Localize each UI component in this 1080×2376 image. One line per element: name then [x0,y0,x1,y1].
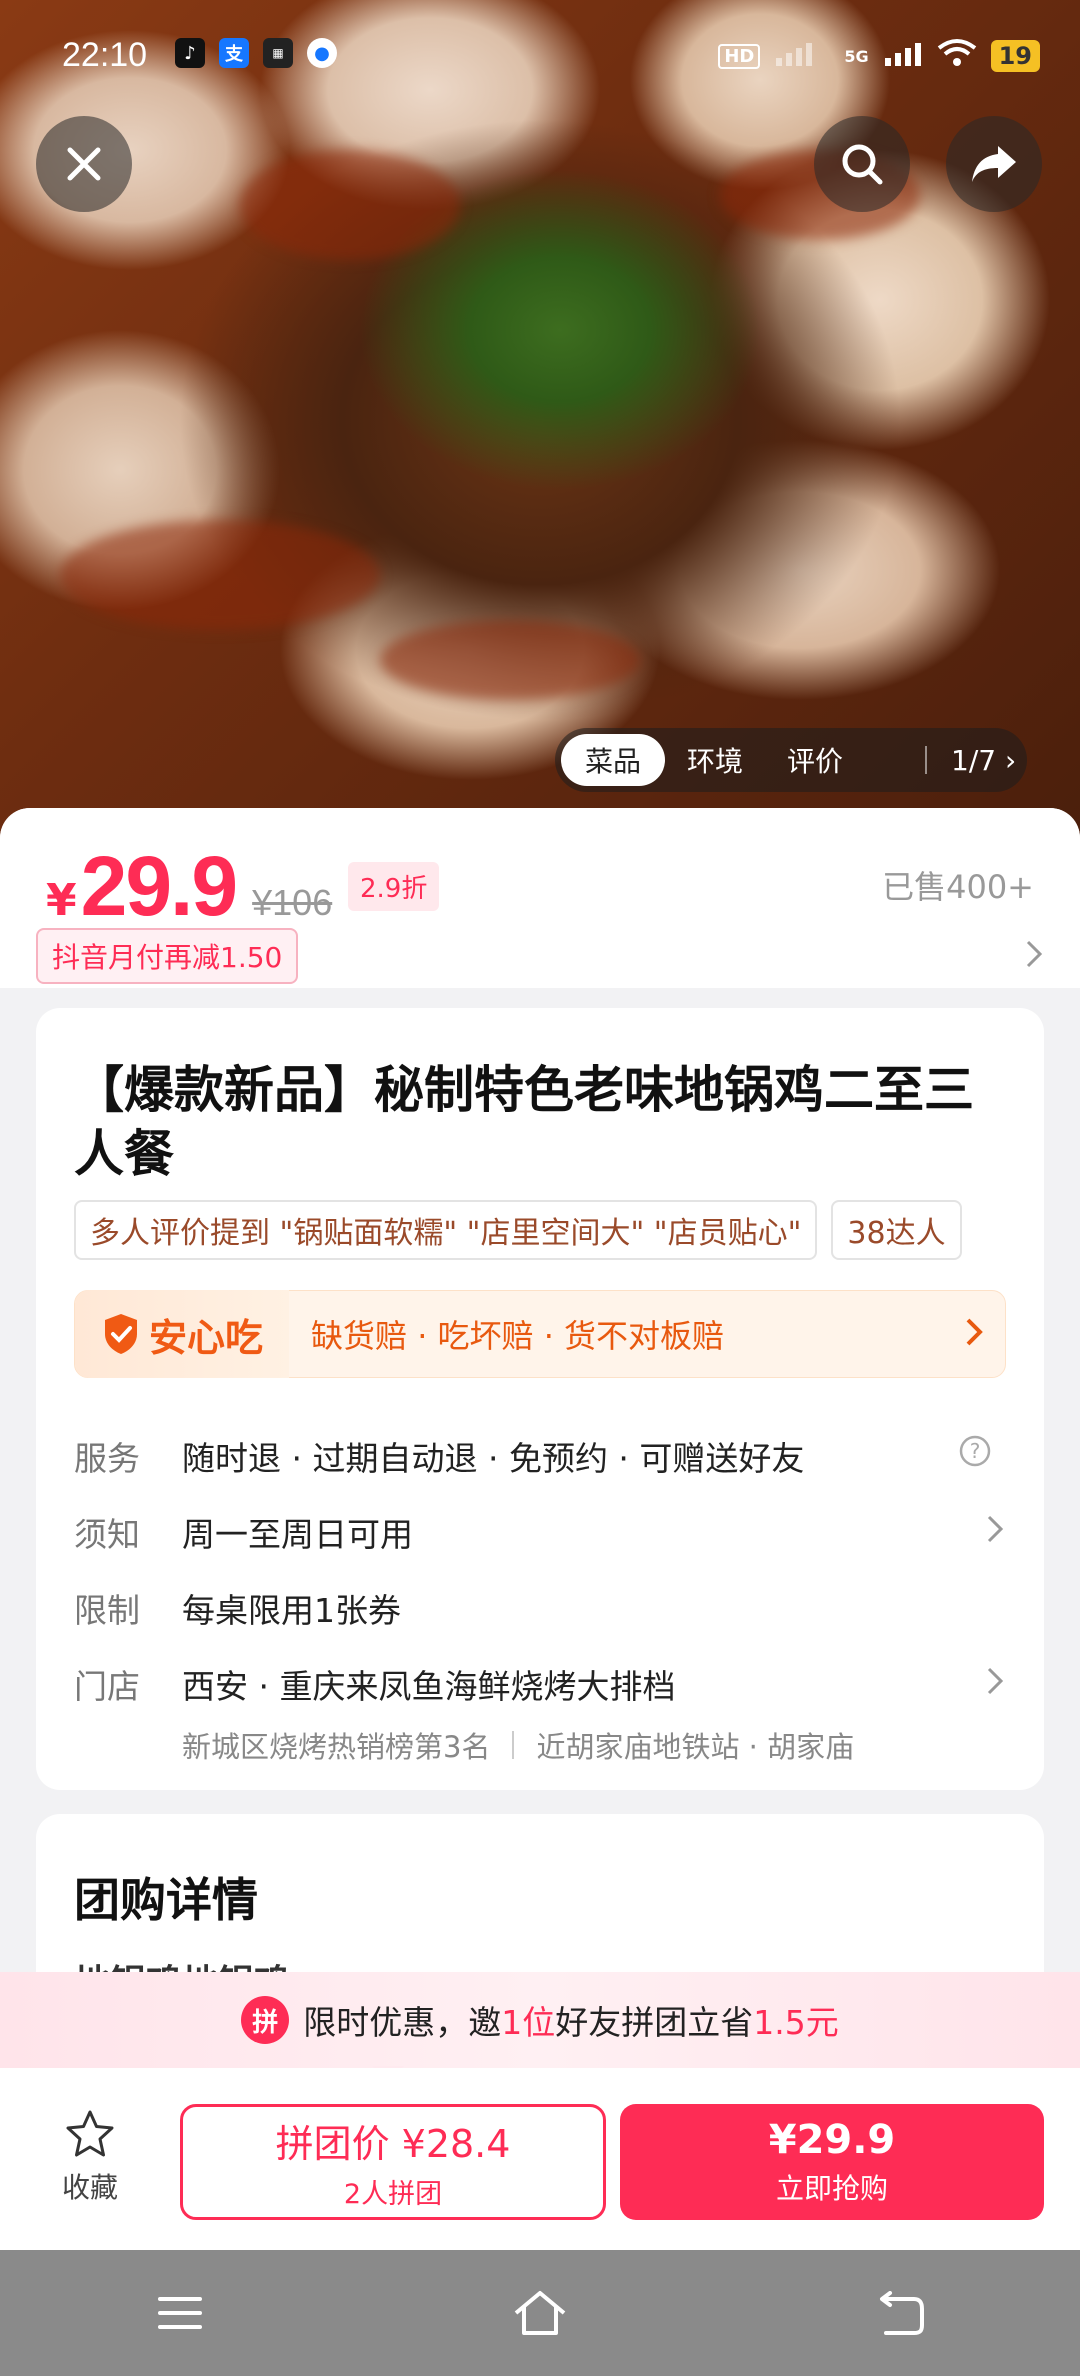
buy-now-label: 立即抢购 [775,2172,888,2205]
home-icon [514,2291,566,2335]
tab-reviews[interactable]: 评价 [765,734,865,786]
battery-indicator: 19 [990,40,1040,72]
system-navigation-bar [0,2250,1080,2376]
news-app-icon: ▦ [263,38,293,68]
status-bar: 22:10 ♪ 支 ▦ ● HD 5G 19 [0,0,1080,110]
home-button[interactable] [495,2268,585,2358]
review-tags: 多人评价提到 "锅贴面软糯" "店里空间大" "店员贴心" 38达人 [74,1200,962,1260]
buy-price-label: ¥29.9 [768,2117,896,2163]
banner-friend-count: 1位 [501,2003,556,2042]
back-icon [880,2291,924,2335]
review-highlight-tag[interactable]: 多人评价提到 "锅贴面软糯" "店里空间大" "店员贴心" [74,1200,818,1260]
store-rank: 新城区烧烤热销榜第3名 [182,1730,491,1764]
currency-symbol: ¥ [46,875,77,926]
alipay-icon: 支 [219,38,249,68]
influencer-tag[interactable]: 38达人 [831,1200,962,1260]
original-price: ¥106 [252,882,333,923]
assurance-name: 安心吃 [149,1315,264,1360]
photo-counter[interactable]: 1/7 › [951,744,1016,777]
group-buy-button[interactable]: 拼团价 ¥28.4 2人拼团 [180,2104,606,2220]
group-price-label: 拼团价 ¥28.4 [275,2122,511,2166]
close-icon [67,147,101,181]
store-location: 近胡家庙地铁站 · 胡家庙 [536,1730,855,1764]
details-section-title: 团购详情 [74,1873,258,1927]
chevron-right-icon [963,1315,985,1353]
price-area: ¥ 29.9 ¥106 2.9折 已售400+ 抖音月付再减1.50 [0,808,1080,988]
share-button[interactable] [946,116,1042,212]
current-price: 29.9 [80,839,238,933]
store-name: 西安 · 重庆来凤鱼海鲜烧烤大排档 [182,1667,676,1706]
share-icon [972,146,1016,182]
product-photo[interactable]: 22:10 ♪ 支 ▦ ● HD 5G 19 菜品 环境 评价 1/7 › [0,0,1080,840]
hd-icon: HD [718,43,761,69]
group-buy-banner[interactable]: 拼 限时优惠，邀 1位 好友拼团立省 1.5元 [0,1972,1080,2068]
menu-icon [158,2297,202,2329]
bottom-action-bar: 收藏 拼团价 ¥28.4 2人拼团 ¥29.9 立即抢购 [0,2068,1080,2250]
buy-now-button[interactable]: ¥29.9 立即抢购 [620,2104,1044,2220]
search-icon [842,144,883,185]
notification-app-icon: ● [307,38,337,68]
tabs-divider [925,746,928,774]
wifi-icon [937,38,977,74]
limit-row: 限制 每桌限用1张券 [74,1584,1006,1632]
close-button[interactable] [36,116,132,212]
service-value: 随时退 · 过期自动退 · 免预约 · 可赠送好友 [182,1439,805,1478]
assurance-banner[interactable]: 安心吃 缺货赔 · 吃坏赔 · 货不对板赔 [74,1290,1006,1378]
store-row[interactable]: 门店 西安 · 重庆来凤鱼海鲜烧烤大排档 [74,1660,1006,1708]
signal-icon [774,38,830,74]
chevron-right-icon [984,1664,1006,1706]
service-row: 服务 随时退 · 过期自动退 · 免预约 · 可赠送好友 ? [74,1432,1006,1480]
limit-label: 限制 [74,1591,140,1630]
help-icon[interactable]: ? [958,1434,992,1476]
favorite-button[interactable]: 收藏 [42,2108,138,2206]
group-size-label: 2人拼团 [343,2179,443,2210]
network-type: 5G [844,46,869,66]
product-title: 【爆款新品】秘制特色老味地锅鸡二至三人餐 [74,1061,974,1183]
notice-label: 须知 [74,1515,140,1554]
assurance-terms: 缺货赔 · 吃坏赔 · 货不对板赔 [311,1317,725,1355]
banner-middle: 好友拼团立省 [555,2003,754,2042]
payment-coupon[interactable]: 抖音月付再减1.50 [36,928,299,984]
tab-dishes[interactable]: 菜品 [561,734,666,786]
meta-divider [512,1731,515,1759]
chevron-right-icon[interactable] [1022,936,1046,976]
tab-environment[interactable]: 环境 [665,734,765,786]
notice-value: 周一至周日可用 [182,1515,413,1554]
sold-count: 已售400+ [882,868,1034,906]
limit-value: 每桌限用1张券 [182,1591,401,1630]
shield-check-icon [105,1314,137,1354]
group-buy-icon: 拼 [241,1996,290,2044]
product-info-card: 【爆款新品】秘制特色老味地锅鸡二至三人餐 多人评价提到 "锅贴面软糯" "店里空… [36,1008,1044,1790]
status-time: 22:10 [62,36,148,74]
discount-badge: 2.9折 [348,862,440,911]
svg-text:?: ? [970,1439,981,1463]
store-meta: 新城区烧烤热销榜第3名 近胡家庙地铁站 · 胡家庙 [182,1724,854,1766]
photo-category-tabs: 菜品 环境 评价 1/7 › [555,728,1027,792]
service-label: 服务 [74,1439,140,1478]
star-icon [66,2110,114,2157]
signal-5g-icon [883,38,923,74]
search-button[interactable] [814,116,910,212]
banner-saving-amount: 1.5元 [753,2003,839,2042]
tiktok-icon: ♪ [175,38,205,68]
favorite-label: 收藏 [61,2171,118,2204]
menu-button[interactable] [135,2268,225,2358]
banner-prefix: 限时优惠，邀 [303,2003,502,2042]
store-label: 门店 [74,1667,140,1706]
back-button[interactable] [855,2268,945,2358]
chevron-right-icon [984,1512,1006,1554]
notice-row[interactable]: 须知 周一至周日可用 [74,1508,1006,1556]
